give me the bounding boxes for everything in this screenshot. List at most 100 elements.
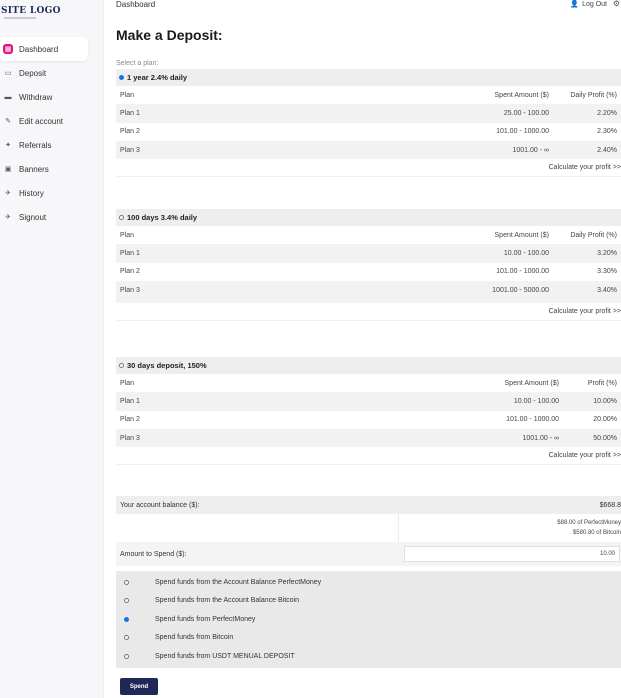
sidebar-item-edit-account[interactable]: ✎ Edit account bbox=[0, 109, 88, 133]
spent-amount: 1001.00 - ∞ bbox=[423, 428, 563, 448]
plan-name: Plan 1 bbox=[116, 392, 423, 411]
plan-name: Plan 2 bbox=[120, 268, 140, 276]
plan-group: 1 year 2.4% daily Plan Spent Amount ($) … bbox=[116, 69, 621, 178]
logo-tagline-bar bbox=[4, 17, 36, 19]
table-row: Plan 3 1001.00 - ∞ 50.00% bbox=[116, 428, 621, 448]
balance-breakdown-spacer bbox=[116, 514, 399, 542]
sidebar-item-label: History bbox=[19, 188, 44, 198]
column-header: Profit (%) bbox=[587, 379, 617, 387]
profit-value: 3.40% bbox=[553, 280, 621, 300]
profit-value: 2.40% bbox=[553, 140, 621, 160]
calculate-profit-link[interactable]: Calculate your profit >> bbox=[116, 447, 621, 466]
gear-icon[interactable]: ⚙ bbox=[613, 0, 620, 8]
table-row: Plan 1 10.00 - 100.00 10.00% bbox=[116, 392, 621, 411]
profit-value: 10.00% bbox=[563, 392, 621, 411]
sidebar-item-label: Deposit bbox=[19, 68, 47, 78]
sidebar-item-withdraw[interactable]: ▬ Withdraw bbox=[0, 85, 88, 109]
sidebar-item-signout[interactable]: ✈ Signout bbox=[0, 205, 88, 229]
sidebar-item-banners[interactable]: ▣ Banners bbox=[0, 157, 88, 181]
funding-option[interactable]: Spend funds from Bitcoin bbox=[116, 629, 621, 648]
plan-group-header[interactable]: 100 days 3.4% daily bbox=[116, 209, 621, 226]
referrals-icon: ✦ bbox=[5, 142, 11, 149]
topbar-title: Dashboard bbox=[116, 0, 156, 9]
plan-table: Plan Spent Amount ($) Daily Profit (%) P… bbox=[116, 86, 621, 160]
balance-bitcoin: $580.80 of Bitcoin bbox=[572, 530, 621, 536]
sidebar-item-referrals[interactable]: ✦ Referrals bbox=[0, 133, 88, 157]
column-header: Daily Profit (%) bbox=[570, 231, 617, 239]
site-logo[interactable]: SITE LOGO bbox=[1, 6, 61, 16]
sidebar-item-label: Withdraw bbox=[19, 92, 53, 102]
logout-link[interactable]: 👤 Log Out bbox=[570, 0, 607, 9]
funding-option-label: Spend funds from the Account Balance Bit… bbox=[155, 597, 299, 605]
plan-group-name: 30 days deposit, 150% bbox=[127, 361, 207, 370]
funding-option-label: Spend funds from Bitcoin bbox=[155, 634, 234, 642]
balance-breakdown: $88.00 of PerfectMoney $580.80 of Bitcoi… bbox=[116, 514, 621, 542]
spent-amount: 101.00 - 1000.00 bbox=[496, 268, 549, 276]
balance-label: Your account balance ($): bbox=[120, 501, 200, 509]
amount-input[interactable]: 10.00 bbox=[404, 546, 620, 562]
plan-group-name: 1 year 2.4% daily bbox=[127, 73, 188, 82]
deposit-icon: ▭ bbox=[4, 70, 12, 77]
balance-perfectmoney: $88.00 of PerfectMoney bbox=[557, 520, 621, 526]
balance-section: Your account balance ($): $668.8 $88.00 … bbox=[116, 496, 621, 695]
column-header: Spent Amount ($) bbox=[504, 379, 559, 387]
column-header: Plan bbox=[120, 379, 135, 387]
calculate-profit-link[interactable]: Calculate your profit >> bbox=[116, 303, 621, 322]
banners-icon: ▣ bbox=[4, 166, 12, 173]
funding-radio[interactable] bbox=[124, 616, 129, 622]
spent-amount: 101.00 - 1000.00 bbox=[506, 416, 559, 424]
profit-value: 2.20% bbox=[553, 104, 621, 123]
dashboard-icon: ▦ bbox=[3, 44, 13, 54]
funding-option-label: Spend funds from PerfectMoney bbox=[155, 615, 256, 623]
funding-option[interactable]: Spend funds from the Account Balance Bit… bbox=[116, 592, 621, 611]
sidebar: SITE LOGO ▦ Dashboard ▭ Deposit ▬ Withdr… bbox=[0, 0, 104, 698]
plan-name: Plan 3 bbox=[116, 140, 413, 160]
funding-option[interactable]: Spend funds from PerfectMoney bbox=[116, 610, 621, 629]
funding-option[interactable]: Spend funds from the Account Balance Per… bbox=[116, 573, 621, 592]
funding-radio[interactable] bbox=[124, 653, 129, 659]
edit-icon: ✎ bbox=[5, 118, 11, 125]
user-icon: 👤 bbox=[570, 1, 580, 8]
spent-amount: 101.00 - 1000.00 bbox=[496, 128, 549, 136]
column-header: Spent Amount ($) bbox=[494, 231, 549, 239]
profit-value: 20.00% bbox=[593, 416, 617, 424]
sidebar-nav: ▦ Dashboard ▭ Deposit ▬ Withdraw ✎ Edit … bbox=[0, 37, 88, 229]
column-header: Daily Profit (%) bbox=[570, 91, 617, 99]
funding-radio[interactable] bbox=[124, 635, 129, 641]
calculate-profit-link[interactable]: Calculate your profit >> bbox=[116, 159, 621, 178]
funding-option-label: Spend funds from the Account Balance Per… bbox=[155, 578, 322, 586]
table-header-row: Plan Spent Amount ($) Daily Profit (%) bbox=[116, 86, 621, 104]
logout-label: Log Out bbox=[582, 0, 607, 8]
profit-value: 50.00% bbox=[563, 428, 621, 448]
sidebar-item-deposit[interactable]: ▭ Deposit bbox=[0, 61, 88, 85]
spent-amount: 25.00 - 100.00 bbox=[413, 104, 553, 123]
table-row: Plan 2 101.00 - 1000.00 2.30% bbox=[116, 123, 621, 141]
profit-value: 3.20% bbox=[553, 244, 621, 263]
plan-group-header[interactable]: 1 year 2.4% daily bbox=[116, 69, 621, 86]
funding-radio[interactable] bbox=[124, 579, 129, 585]
plan-name: Plan 3 bbox=[116, 428, 423, 448]
table-row: Plan 3 1001.00 - 5000.00 3.40% bbox=[116, 280, 621, 300]
sidebar-item-history[interactable]: ✈ History bbox=[0, 181, 88, 205]
spend-button[interactable]: Spend bbox=[120, 678, 158, 695]
plan-name: Plan 2 bbox=[120, 128, 140, 136]
funding-radio[interactable] bbox=[124, 598, 129, 604]
table-row: Plan 2 101.00 - 1000.00 3.30% bbox=[116, 263, 621, 281]
balance-value: $668.8 bbox=[599, 501, 621, 509]
plan-group-header[interactable]: 30 days deposit, 150% bbox=[116, 357, 621, 374]
funding-option[interactable]: Spend funds from USDT MENUAL DEPOSIT bbox=[116, 647, 621, 666]
plan-group: 30 days deposit, 150% Plan Spent Amount … bbox=[116, 357, 621, 466]
sidebar-item-label: Dashboard bbox=[19, 44, 59, 54]
balance-row: Your account balance ($): $668.8 bbox=[116, 496, 621, 514]
spent-amount: 1001.00 - 5000.00 bbox=[413, 280, 553, 300]
plan-name: Plan 3 bbox=[116, 280, 413, 300]
plan-table: Plan Spent Amount ($) Daily Profit (%) P… bbox=[116, 226, 621, 300]
plan-radio[interactable] bbox=[119, 75, 124, 80]
plan-radio[interactable] bbox=[119, 363, 124, 368]
plan-radio[interactable] bbox=[119, 215, 124, 220]
amount-row: Amount to Spend ($): 10.00 bbox=[116, 542, 621, 566]
sidebar-item-dashboard[interactable]: ▦ Dashboard bbox=[0, 37, 88, 61]
sidebar-item-label: Signout bbox=[19, 212, 47, 222]
page-title: Make a Deposit: bbox=[116, 27, 223, 43]
history-icon: ✈ bbox=[5, 190, 11, 197]
